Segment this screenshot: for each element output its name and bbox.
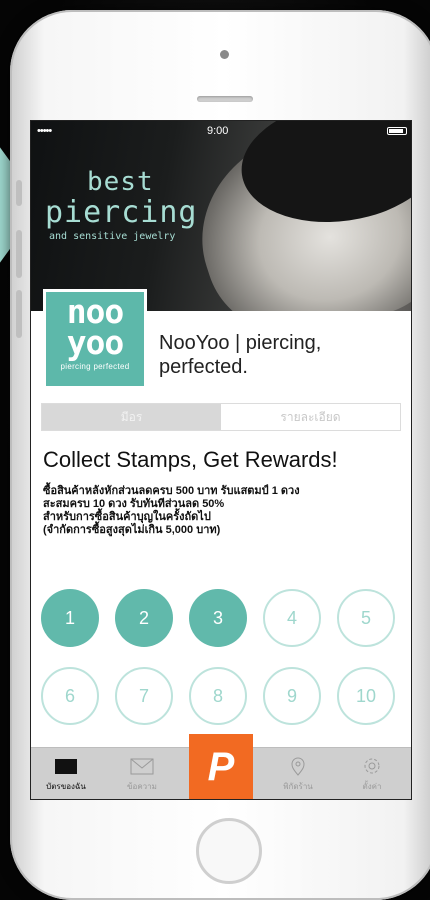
home-button[interactable]	[196, 818, 262, 884]
stamp-10: 10	[337, 667, 395, 725]
stamp-4: 4	[263, 589, 321, 647]
promo-line: สำหรับการซื้อสินค้าบุญในครั้งถัดไป	[43, 511, 211, 523]
battery-icon	[387, 127, 407, 135]
promo-line: ซื้อสินค้าหลังหักส่วนลดครบ 500 บาท รับแส…	[43, 485, 300, 497]
stamp-8: 8	[189, 667, 247, 725]
stamp-5: 5	[337, 589, 395, 647]
tab-details[interactable]: รายละเอียด	[221, 404, 400, 430]
tab-location[interactable]: พิกัดร้าน	[263, 748, 333, 799]
hero-subtitle: and sensitive jewelry	[49, 231, 176, 242]
p-logo-icon: P	[207, 744, 235, 789]
stamp-7: 7	[115, 667, 173, 725]
mute-switch	[16, 180, 22, 206]
stamp-3: 3	[189, 589, 247, 647]
tab-label: พิกัดร้าน	[283, 782, 313, 791]
stamp-1: 1	[41, 589, 99, 647]
stamp-6: 6	[41, 667, 99, 725]
logo-line-2: yoo	[66, 323, 125, 362]
volume-up-button	[16, 230, 22, 278]
hero-title-best: best	[87, 167, 154, 197]
tab-label: ข้อความ	[127, 782, 157, 791]
earpiece-speaker	[197, 96, 253, 102]
status-bar: ••••• 9:00	[37, 125, 407, 139]
front-camera	[220, 50, 229, 59]
tab-my-card[interactable]: บัตรของฉัน	[31, 748, 101, 799]
mail-icon	[130, 758, 154, 775]
promo-title: Collect Stamps, Get Rewards!	[43, 447, 338, 472]
hero-banner: ••••• 9:00 best piercing and sensitive j…	[31, 121, 411, 311]
logo-tagline: piercing perfected	[60, 362, 130, 371]
tab-label: ตั้งค่า	[362, 782, 382, 791]
stamp-9: 9	[263, 667, 321, 725]
tab-messages[interactable]: ข้อความ	[107, 748, 177, 799]
stage: ••••• 9:00 best piercing and sensitive j…	[0, 0, 430, 900]
status-time: 9:00	[207, 125, 229, 137]
gear-icon	[364, 758, 380, 774]
promo-line: (จำกัดการซื้อสูงสุดไม่เกิน 5,000 บาท)	[43, 524, 221, 536]
tab-settings[interactable]: ตั้งค่า	[337, 748, 407, 799]
shop-logo: noo yoo piercing perfected	[43, 289, 147, 389]
promo-description: ซื้อสินค้าหลังหักส่วนลดครบ 500 บาท รับแส…	[43, 485, 373, 537]
promo-line: สะสมครบ 10 ดวง รับทันทีส่วนลด 50%	[43, 498, 225, 510]
stamp-2: 2	[115, 589, 173, 647]
signal-icon: •••••	[37, 125, 52, 137]
segmented-control: มีอร รายละเอียด	[41, 403, 401, 431]
volume-down-button	[16, 290, 22, 338]
tab-bar: บัตรของฉัน ข้อความ P พิกัดร้าน ตั้งค่า	[31, 734, 411, 799]
tab-label: บัตรของฉัน	[46, 782, 86, 791]
shop-name: NooYoo | piercing, perfected.	[159, 332, 322, 378]
tab-stamps[interactable]: มีอร	[42, 404, 221, 430]
app-screen: ••••• 9:00 best piercing and sensitive j…	[30, 120, 412, 800]
card-icon	[55, 759, 77, 774]
location-pin-icon	[291, 757, 305, 776]
center-p-button[interactable]: P	[189, 734, 253, 799]
hero-title-piercing: piercing	[45, 195, 198, 230]
